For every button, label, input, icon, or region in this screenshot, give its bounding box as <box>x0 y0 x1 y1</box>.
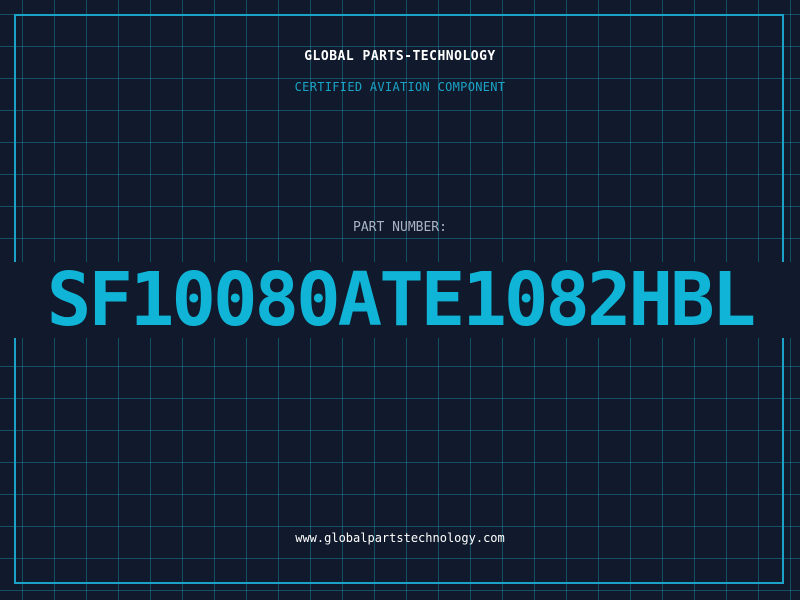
part-label-canvas: GLOBAL PARTS-TECHNOLOGY CERTIFIED AVIATI… <box>0 0 800 600</box>
website-url: www.globalpartstechnology.com <box>295 531 505 545</box>
company-name: GLOBAL PARTS-TECHNOLOGY <box>304 49 496 64</box>
certification-subtitle: CERTIFIED AVIATION COMPONENT <box>294 80 506 94</box>
part-number-value: SF10080ATE1082HBL <box>46 257 756 343</box>
part-number-label: PART NUMBER: <box>353 220 447 235</box>
